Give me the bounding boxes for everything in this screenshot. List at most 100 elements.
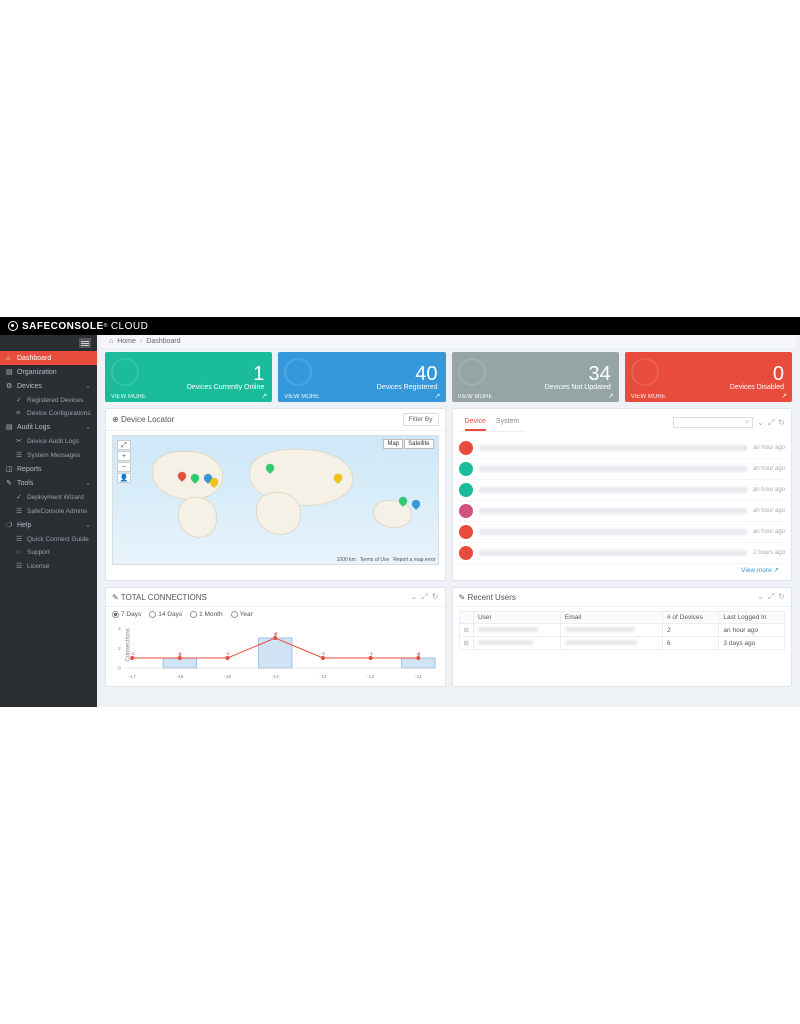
map-type-satellite[interactable]: Satellite — [404, 439, 433, 449]
sidebar-item-license[interactable]: ☰License — [0, 559, 97, 573]
sidebar-item-label: License — [27, 563, 49, 570]
expand-icon[interactable]: ⤢ — [768, 418, 774, 428]
sidebar-item-deployment-wizard[interactable]: ✓Deployment Wizard — [0, 490, 97, 504]
chevron-down-icon[interactable]: ⌄ — [757, 418, 764, 428]
map-canvas[interactable]: ⤢+−👤 MapSatellite — [112, 435, 439, 565]
activity-text — [479, 508, 747, 514]
tab-system[interactable]: System — [496, 415, 519, 431]
map-zoom-controls[interactable]: ⤢+−👤 — [117, 440, 131, 484]
expand-icon[interactable]: ⊞ — [459, 637, 473, 650]
sidebar-item-support[interactable]: ○Support — [0, 546, 97, 559]
stat-cards: 1 Devices Currently Online VIEW MORE ↗ 4… — [105, 352, 792, 402]
sidebar-item-admins[interactable]: ☰SafeConsole Admins — [0, 504, 97, 518]
feed-row[interactable]: an hour ago — [459, 522, 786, 543]
external-icon[interactable]: ↗ — [608, 392, 614, 400]
col-last[interactable]: Last Logged In — [719, 612, 785, 624]
view-more-link[interactable]: VIEW MORE — [458, 394, 493, 400]
sidebar-item-device-audit-logs[interactable]: ✂Device Audit Logs — [0, 434, 97, 448]
svg-text:-12: -12 — [367, 674, 374, 680]
refresh-icon[interactable]: ↻ — [778, 418, 785, 428]
support-icon: ○ — [16, 549, 24, 556]
card-not-updated[interactable]: 34 Devices Not Updated VIEW MORE ↗ — [452, 352, 619, 402]
activity-icon — [459, 462, 473, 476]
panel-title: TOTAL CONNECTIONS — [121, 593, 207, 602]
external-icon[interactable]: ↗ — [261, 392, 267, 400]
svg-text:2: 2 — [118, 646, 121, 652]
org-icon: ▤ — [6, 368, 14, 376]
view-more-link[interactable]: View more ↗ — [459, 564, 786, 576]
sidebar-item-devices[interactable]: ⚙Devices⌄ — [0, 379, 97, 393]
radio-14days[interactable]: 14 Days — [149, 611, 182, 618]
activity-time: an hour ago — [753, 445, 785, 452]
expand-icon[interactable]: ⤢ — [421, 592, 427, 602]
list-icon: ≡ — [16, 410, 24, 417]
sidebar-item-label: Reports — [17, 466, 42, 473]
sidebar-item-organization[interactable]: ▤Organization — [0, 365, 97, 379]
sidebar-item-audit-logs[interactable]: ▤Audit Logs⌄ — [0, 420, 97, 434]
sidebar-toggle-icon[interactable] — [79, 338, 91, 348]
breadcrumb-home[interactable]: Home — [117, 338, 136, 345]
map-type-map[interactable]: Map — [383, 439, 403, 449]
question-circle-icon — [458, 358, 486, 386]
sidebar-item-help[interactable]: ❍Help⌄ — [0, 518, 97, 532]
stat-label: Devices Not Updated — [545, 384, 611, 391]
sidebar-item-device-configurations[interactable]: ≡Device Configurations — [0, 407, 97, 420]
svg-text:-1: -1 — [178, 651, 183, 657]
sidebar-item-dashboard[interactable]: ⌂Dashboard — [0, 351, 97, 365]
sidebar-item-reports[interactable]: ◫Reports — [0, 462, 97, 476]
svg-text:-1: -1 — [225, 651, 230, 657]
col-email[interactable]: Email — [560, 612, 662, 624]
map-pin-icon[interactable] — [410, 498, 421, 509]
view-more-link[interactable]: VIEW MORE — [631, 394, 666, 400]
card-registered[interactable]: 40 Devices Registered VIEW MORE ↗ — [278, 352, 445, 402]
feed-row[interactable]: an hour ago — [459, 480, 786, 501]
table-row[interactable]: ⊞63 days ago — [459, 637, 785, 650]
svg-text:-1: -1 — [321, 651, 326, 657]
chevron-down-icon[interactable]: ⌄ — [411, 592, 418, 602]
svg-text:-1: -1 — [416, 651, 421, 657]
card-online[interactable]: 1 Devices Currently Online VIEW MORE ↗ — [105, 352, 272, 402]
refresh-icon[interactable]: ↻ — [432, 592, 439, 602]
activity-text — [479, 466, 747, 472]
sidebar-item-tools[interactable]: ✎Tools⌄ — [0, 476, 97, 490]
sidebar-item-label: Organization — [17, 369, 57, 376]
col-devices[interactable]: # of Devices — [662, 612, 718, 624]
chart-ylabel: Connections — [126, 628, 132, 661]
card-disabled[interactable]: 0 Devices Disabled VIEW MORE ↗ — [625, 352, 792, 402]
activity-icon — [459, 504, 473, 518]
sidebar-item-label: System Messages — [27, 452, 80, 459]
panel-device-locator: ⊕ Device Locator Filter By ⤢+−👤 MapSatel… — [105, 408, 446, 581]
sidebar-item-system-messages[interactable]: ☰System Messages — [0, 448, 97, 462]
filter-by-button[interactable]: Filter By — [403, 413, 439, 426]
table-row[interactable]: ⊞2an hour ago — [459, 624, 785, 637]
feed-row[interactable]: an hour ago — [459, 459, 786, 480]
feed-row[interactable]: an hour ago — [459, 501, 786, 522]
svg-text:-17: -17 — [129, 674, 136, 680]
tab-device[interactable]: Device — [465, 415, 486, 431]
search-input[interactable] — [673, 417, 753, 428]
sidebar-item-quick-connect[interactable]: ☰Quick Connect Guide — [0, 532, 97, 546]
refresh-icon[interactable]: ↻ — [778, 592, 785, 602]
radio-1month[interactable]: 1 Month — [190, 611, 223, 618]
breadcrumb-current: Dashboard — [146, 338, 180, 345]
map-report[interactable]: Report a map error — [393, 557, 435, 563]
activity-time: an hour ago — [753, 466, 785, 473]
sidebar-item-registered-devices[interactable]: ✓Registered Devices — [0, 393, 97, 407]
list-icon: ☰ — [16, 507, 24, 515]
stat-value: 1 — [253, 364, 264, 384]
sidebar-item-label: Audit Logs — [17, 424, 50, 431]
external-icon[interactable]: ↗ — [435, 392, 441, 400]
chevron-down-icon[interactable]: ⌄ — [757, 592, 764, 602]
view-more-link[interactable]: VIEW MORE — [284, 394, 319, 400]
radio-year[interactable]: Year — [231, 611, 253, 618]
expand-icon[interactable]: ⤢ — [768, 592, 774, 602]
expand-icon[interactable]: ⊞ — [459, 624, 473, 637]
map-terms[interactable]: Terms of Use — [360, 557, 389, 563]
col-user[interactable]: User — [473, 612, 560, 624]
feed-row[interactable]: 2 hours ago — [459, 543, 786, 564]
feed-row[interactable]: an hour ago — [459, 438, 786, 459]
recent-users-table: User Email # of Devices Last Logged In ⊞… — [459, 611, 786, 650]
radio-7days[interactable]: 7 Days — [112, 611, 141, 618]
external-icon[interactable]: ↗ — [781, 392, 787, 400]
view-more-link[interactable]: VIEW MORE — [111, 394, 146, 400]
